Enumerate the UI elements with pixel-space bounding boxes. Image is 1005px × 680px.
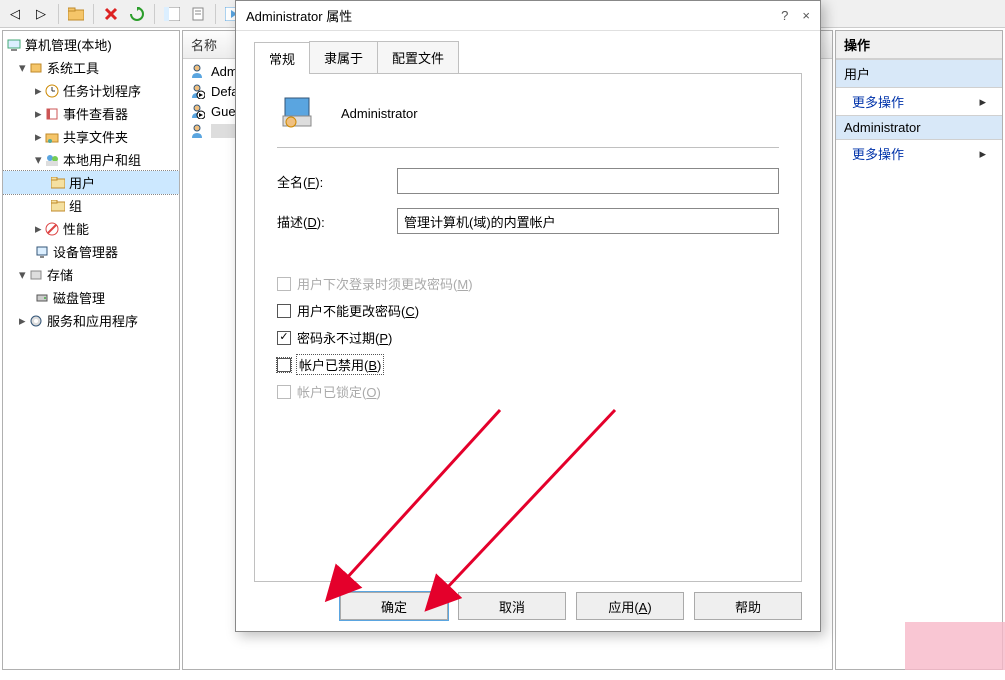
expand-icon: ▸ — [35, 129, 45, 145]
checkbox-checked-icon[interactable] — [277, 331, 291, 345]
checkbox-icon[interactable] — [277, 358, 291, 372]
clock-icon — [45, 84, 59, 98]
expand-icon: ▸ — [35, 106, 45, 122]
tree-storage[interactable]: ▾ 存储 — [3, 263, 179, 286]
ok-button[interactable]: 确定 — [340, 592, 448, 620]
device-icon — [35, 245, 49, 259]
toolbar-fwd-icon[interactable]: ▷ — [30, 3, 52, 25]
username-label: Administrator — [341, 106, 418, 121]
tab-profile[interactable]: 配置文件 — [377, 41, 459, 73]
collapse-icon: ▾ — [35, 152, 45, 168]
checkbox-icon — [277, 277, 291, 291]
checkbox-icon[interactable] — [277, 304, 291, 318]
checkbox-password-never-expires[interactable]: 密码永不过期(P) — [277, 328, 779, 347]
checkbox-must-change-password: 用户下次登录时须更改密码(M) — [277, 274, 779, 293]
tree-system-tools[interactable]: ▾ 系统工具 — [3, 56, 179, 79]
expand-icon: ▸ — [35, 83, 45, 99]
toolbar-props-icon[interactable] — [187, 3, 209, 25]
actions-section-administrator[interactable]: Administrator — [836, 115, 1002, 140]
tree-services-apps[interactable]: ▸ 服务和应用程序 — [3, 309, 179, 332]
disk-icon — [35, 291, 49, 305]
collapse-icon: ▾ — [19, 267, 29, 283]
cancel-button[interactable]: 取消 — [458, 592, 566, 620]
checkbox-account-locked: 帐户已锁定(O) — [277, 382, 779, 401]
properties-dialog: Administrator 属性 ? × 常规 隶属于 配置文件 Adminis… — [235, 0, 821, 632]
tab-general[interactable]: 常规 — [254, 42, 310, 74]
user-disabled-icon — [189, 103, 205, 119]
storage-icon — [29, 268, 43, 282]
tree-root-computer-management[interactable]: 算机管理(本地) — [3, 33, 179, 56]
separator — [277, 147, 779, 148]
toolbar-back-icon[interactable]: ◁ — [4, 3, 26, 25]
toolbar-folder-icon[interactable] — [65, 3, 87, 25]
actions-section-users[interactable]: 用户 — [836, 59, 1002, 88]
tree-groups[interactable]: 组 — [3, 194, 179, 217]
folder-icon — [51, 200, 65, 212]
tree-shared-folders[interactable]: ▸ 共享文件夹 — [3, 125, 179, 148]
gear-icon — [29, 314, 43, 328]
checkbox-cannot-change-password[interactable]: 用户不能更改密码(C) — [277, 301, 779, 320]
no-icon — [45, 222, 59, 236]
description-label: 描述(D): — [277, 212, 397, 231]
dialog-titlebar[interactable]: Administrator 属性 ? × — [236, 1, 820, 31]
users-icon — [45, 153, 59, 167]
tree-event-viewer[interactable]: ▸ 事件查看器 — [3, 102, 179, 125]
expand-icon: ▸ — [19, 313, 29, 329]
actions-header: 操作 — [836, 31, 1002, 59]
toolbar-treeview-icon[interactable] — [161, 3, 183, 25]
computer-icon — [7, 38, 21, 52]
folder-icon — [51, 177, 65, 189]
fullname-label: 全名(F): — [277, 172, 397, 191]
toolbar-close-icon[interactable] — [100, 3, 122, 25]
tab-strip: 常规 隶属于 配置文件 — [254, 41, 802, 74]
fullname-input[interactable] — [397, 168, 779, 194]
apply-button[interactable]: 应用(A) — [576, 592, 684, 620]
actions-more-admin[interactable]: 更多操作▸ — [836, 140, 1002, 167]
tree-local-users-groups[interactable]: ▾ 本地用户和组 — [3, 148, 179, 171]
user-disabled-icon — [189, 83, 205, 99]
checkbox-icon — [277, 385, 291, 399]
tree-users[interactable]: 用户 — [3, 171, 179, 194]
dialog-close-button[interactable]: × — [802, 8, 810, 23]
collapse-icon: ▾ — [19, 60, 29, 76]
user-avatar-icon — [277, 92, 317, 135]
tree-device-manager[interactable]: 设备管理器 — [3, 240, 179, 263]
shared-folder-icon — [45, 130, 59, 144]
dialog-title-text: Administrator 属性 — [246, 6, 781, 25]
expand-icon: ▸ — [35, 221, 45, 237]
tree-pane: 算机管理(本地) ▾ 系统工具 ▸ 任务计划程序 ▸ 事件查看器 ▸ 共享文件夹 — [2, 30, 180, 670]
dialog-help-button[interactable]: ? — [781, 8, 788, 23]
watermark — [905, 622, 1005, 670]
user-icon — [189, 63, 205, 79]
actions-more-users[interactable]: 更多操作▸ — [836, 88, 1002, 115]
checkbox-account-disabled[interactable]: 帐户已禁用(B) — [277, 355, 779, 374]
description-input[interactable] — [397, 208, 779, 234]
tab-memberof[interactable]: 隶属于 — [309, 41, 378, 73]
wrench-icon — [29, 61, 43, 75]
book-icon — [45, 107, 59, 121]
actions-pane: 操作 用户 更多操作▸ Administrator 更多操作▸ — [835, 30, 1003, 670]
tree-disk-management[interactable]: 磁盘管理 — [3, 286, 179, 309]
user-icon — [189, 123, 205, 139]
tree-task-scheduler[interactable]: ▸ 任务计划程序 — [3, 79, 179, 102]
help-button[interactable]: 帮助 — [694, 592, 802, 620]
toolbar-refresh-icon[interactable] — [126, 3, 148, 25]
tree-performance[interactable]: ▸ 性能 — [3, 217, 179, 240]
